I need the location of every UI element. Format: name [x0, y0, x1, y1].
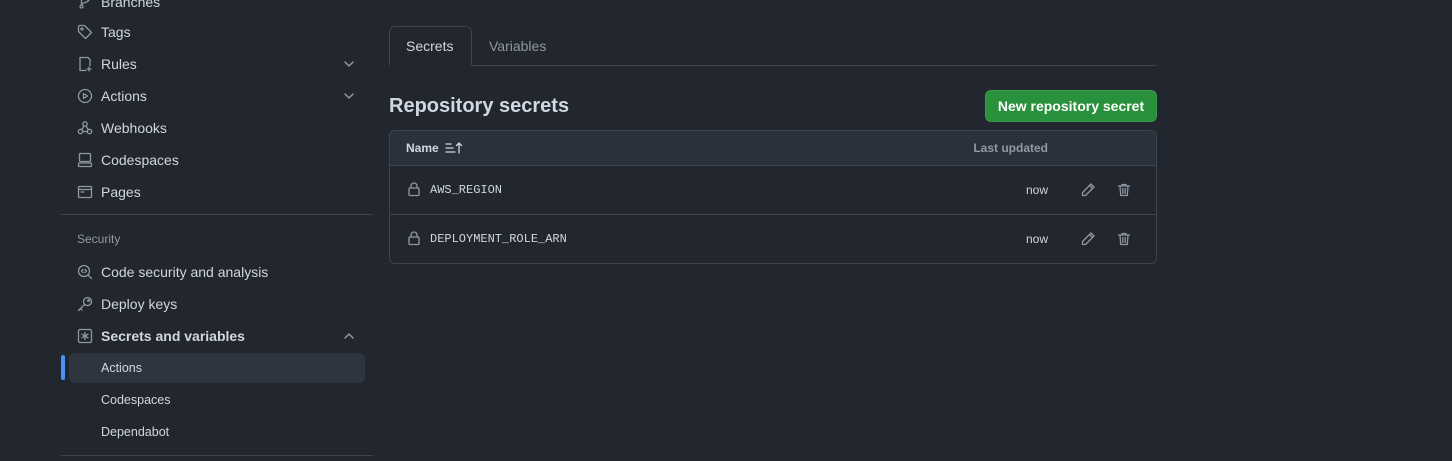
- key-icon: [77, 296, 93, 312]
- sidebar-item-deploy-keys[interactable]: Deploy keys: [69, 288, 365, 320]
- table-header: Name Last updated: [390, 131, 1156, 166]
- branch-icon: [77, 0, 93, 10]
- sidebar-item-label: Secrets and variables: [101, 328, 245, 344]
- chevron-down-icon[interactable]: [341, 56, 357, 72]
- tab-secrets[interactable]: Secrets: [389, 26, 472, 66]
- table-row: AWS_REGION now: [390, 166, 1156, 215]
- secret-name: DEPLOYMENT_ROLE_ARN: [430, 232, 567, 246]
- sort-ascending-icon: [445, 142, 462, 154]
- column-header-label: Name: [406, 141, 439, 155]
- lock-icon: [406, 230, 422, 246]
- sidebar-item-label: Codespaces: [101, 152, 179, 168]
- column-header-last-updated: Last updated: [973, 141, 1048, 155]
- browser-icon: [77, 184, 93, 200]
- tab-variables[interactable]: Variables: [473, 26, 562, 66]
- codescan-icon: [77, 264, 93, 280]
- chevron-up-icon[interactable]: [341, 328, 357, 344]
- secrets-table: Name Last updated AWS_REGION now DEPLOYM…: [389, 130, 1157, 264]
- trash-icon[interactable]: [1114, 229, 1134, 249]
- sidebar-divider: [61, 455, 373, 456]
- tag-icon: [77, 24, 93, 40]
- chevron-down-icon[interactable]: [341, 88, 357, 104]
- sidebar-item-label: Branches: [101, 0, 161, 10]
- sidebar-item-codespaces[interactable]: Codespaces: [69, 144, 365, 176]
- active-indicator: [61, 355, 65, 380]
- sidebar-item-rules[interactable]: Rules: [69, 48, 365, 80]
- rules-icon: [77, 56, 93, 72]
- codespaces-icon: [77, 152, 93, 168]
- sidebar-subitem-codespaces[interactable]: Codespaces: [69, 385, 365, 415]
- last-updated-value: now: [1025, 183, 1048, 197]
- sidebar-subitem-dependabot[interactable]: Dependabot: [69, 417, 365, 447]
- sidebar-item-label: Webhooks: [101, 120, 167, 136]
- page: Branches Tags Rules Actions Webhooks Cod…: [0, 0, 1452, 461]
- sidebar-item-label: Tags: [101, 24, 131, 40]
- tab-bar: Secrets Variables: [389, 26, 1157, 66]
- settings-sidebar: Branches Tags Rules Actions Webhooks Cod…: [61, 0, 373, 461]
- pencil-icon[interactable]: [1078, 180, 1098, 200]
- main-content: Secrets Variables Repository secrets New…: [389, 0, 1157, 461]
- sidebar-item-actions[interactable]: Actions: [69, 80, 365, 112]
- sidebar-divider: [61, 214, 373, 215]
- sidebar-item-label: Deploy keys: [101, 296, 178, 312]
- asterisk-icon: [77, 328, 93, 344]
- sidebar-item-label: Pages: [101, 184, 141, 200]
- sidebar-item-webhooks[interactable]: Webhooks: [69, 112, 365, 144]
- sidebar-subitem-actions[interactable]: Actions: [69, 353, 365, 383]
- play-icon: [77, 88, 93, 104]
- sidebar-item-secrets-and-variables[interactable]: Secrets and variables: [69, 320, 365, 352]
- pencil-icon[interactable]: [1078, 229, 1098, 249]
- page-title: Repository secrets: [389, 95, 570, 117]
- section-title-security: Security: [77, 232, 121, 246]
- lock-icon: [406, 181, 422, 197]
- trash-icon[interactable]: [1114, 180, 1134, 200]
- sidebar-item-label: Code security and analysis: [101, 264, 269, 280]
- sidebar-item-label: Rules: [101, 56, 137, 72]
- webhook-icon: [77, 120, 93, 136]
- sidebar-item-pages[interactable]: Pages: [69, 176, 365, 208]
- last-updated-value: now: [1025, 232, 1048, 246]
- new-repository-secret-button[interactable]: New repository secret: [985, 90, 1157, 122]
- sidebar-item-code-security[interactable]: Code security and analysis: [69, 256, 365, 288]
- sidebar-item-tags[interactable]: Tags: [69, 16, 365, 48]
- sidebar-item-label: Actions: [101, 88, 147, 104]
- table-row: DEPLOYMENT_ROLE_ARN now: [390, 215, 1156, 263]
- column-header-name[interactable]: Name: [406, 141, 463, 155]
- secret-name: AWS_REGION: [430, 183, 503, 197]
